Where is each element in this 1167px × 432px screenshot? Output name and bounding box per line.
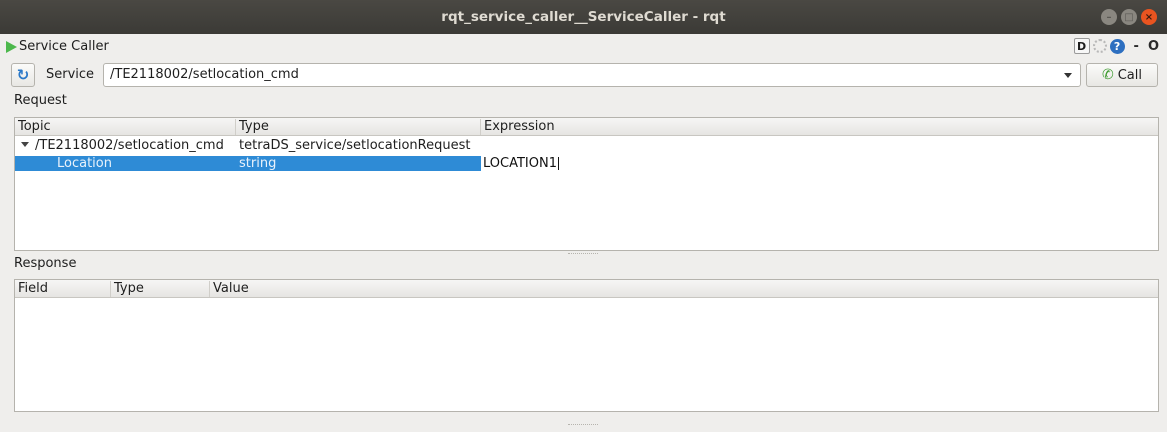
service-row: ↻ Service /TE2118002/setlocation_cmd ✆ C… (11, 63, 1159, 87)
close-plugin-button[interactable]: O (1148, 39, 1159, 54)
call-button[interactable]: ✆ Call (1086, 63, 1158, 87)
minimize-icon[interactable]: – (1101, 9, 1117, 25)
plugin-header: Service Caller D ? - O (0, 36, 1167, 58)
chevron-down-icon[interactable] (1064, 73, 1072, 78)
refresh-icon: ↻ (16, 66, 30, 84)
plugin-title: Service Caller (6, 39, 109, 54)
phone-icon: ✆ (1101, 67, 1114, 83)
column-header-value[interactable]: Value (210, 281, 1158, 297)
help-icon[interactable]: ? (1109, 38, 1125, 54)
call-button-label: Call (1117, 67, 1142, 83)
window-titlebar: rqt_service_caller__ServiceCaller - rqt … (0, 0, 1167, 34)
maximize-icon[interactable]: □ (1121, 9, 1137, 25)
minimize-plugin-button[interactable]: - (1134, 39, 1139, 54)
table-row[interactable]: /TE2118002/setlocation_cmd tetraDS_servi… (15, 138, 1158, 153)
plugin-tools: D ? - O (1073, 38, 1159, 54)
table-row-selected[interactable]: Location string LOCATION1 (15, 156, 1158, 171)
response-label: Response (14, 256, 77, 271)
expression-input[interactable]: LOCATION1 (483, 156, 583, 171)
gear-icon[interactable] (1092, 39, 1107, 53)
text-cursor (557, 157, 559, 170)
row-type: tetraDS_service/setlocationRequest (239, 138, 471, 153)
request-label: Request (14, 93, 67, 108)
window-controls: – □ × (1101, 9, 1157, 25)
play-icon (6, 40, 17, 53)
window-title: rqt_service_caller__ServiceCaller - rqt (441, 9, 726, 25)
request-tree-header: Topic Type Expression (15, 118, 1158, 136)
refresh-button[interactable]: ↻ (11, 63, 35, 87)
close-icon[interactable]: × (1141, 9, 1157, 25)
expression-input-value: LOCATION1 (483, 156, 557, 171)
column-header-type[interactable]: Type (236, 119, 481, 135)
column-header-type[interactable]: Type (111, 281, 210, 297)
row-topic-label: /TE2118002/setlocation_cmd (35, 138, 224, 153)
caret-down-icon[interactable] (21, 142, 29, 147)
request-tree[interactable]: Topic Type Expression /TE2118002/setloca… (14, 117, 1159, 251)
column-header-expression[interactable]: Expression (481, 119, 1158, 135)
row-field-type: string (239, 156, 277, 171)
service-select-value: /TE2118002/setlocation_cmd (110, 67, 299, 82)
service-label: Service (46, 67, 95, 82)
row-topic: /TE2118002/setlocation_cmd (19, 138, 224, 153)
splitter-handle[interactable] (568, 253, 598, 255)
column-header-field[interactable]: Field (15, 281, 111, 297)
response-tree-header: Field Type Value (15, 280, 1158, 298)
column-header-topic[interactable]: Topic (15, 119, 236, 135)
dock-d-button[interactable]: D (1073, 38, 1090, 54)
plugin-title-label: Service Caller (19, 39, 109, 54)
service-select[interactable]: /TE2118002/setlocation_cmd (103, 63, 1081, 87)
response-tree[interactable]: Field Type Value (14, 279, 1159, 412)
splitter-handle-bottom[interactable] (568, 424, 598, 426)
